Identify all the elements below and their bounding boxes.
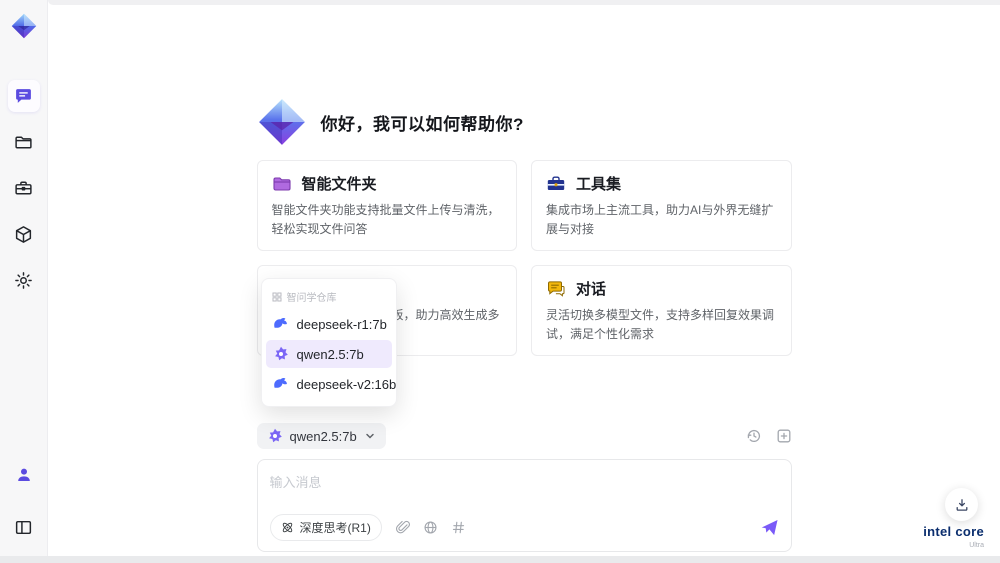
greeting-row: 你好，我可以如何帮助你? bbox=[257, 97, 792, 147]
model-option-qwen[interactable]: qwen2.5:7b bbox=[265, 340, 392, 368]
model-dropdown-header: 智问学仓库 bbox=[262, 283, 396, 308]
model-option-label: deepseek-v2:16b bbox=[296, 376, 397, 392]
repository-icon bbox=[272, 292, 282, 302]
model-selector[interactable]: qwen2.5:7b bbox=[256, 423, 386, 450]
paperclip-icon[interactable] bbox=[395, 520, 410, 535]
card-title: 工具集 bbox=[576, 176, 622, 193]
card-desc: 灵活切换多模型文件，支持多样回复效果调试，满足个性化需求 bbox=[546, 308, 775, 341]
sidebar-item-toolbox[interactable] bbox=[8, 172, 40, 204]
model-dropdown-header-label: 智问学仓库 bbox=[286, 293, 337, 304]
model-option-deepseek-v2[interactable]: deepseek-v2:16b bbox=[266, 370, 396, 398]
sidebar-item-folders[interactable] bbox=[8, 126, 40, 158]
hash-icon[interactable] bbox=[451, 520, 466, 535]
gear-icon bbox=[14, 271, 33, 290]
card-title: 对话 bbox=[576, 281, 607, 299]
deepseek-whale-icon bbox=[273, 316, 289, 332]
model-option-label: deepseek-r1:7b bbox=[296, 316, 387, 332]
chat-composer: 深度思考(R1) bbox=[256, 459, 792, 553]
card-title: 智能文件夹 bbox=[301, 176, 377, 193]
briefcase-icon bbox=[14, 179, 33, 198]
sidebar-item-account[interactable] bbox=[8, 459, 40, 491]
model-dropdown: 智问学仓库 deepseek-r1:7b qwen2.5:7b deepseek… bbox=[260, 278, 397, 407]
model-option-deepseek-r1[interactable]: deepseek-r1:7b bbox=[266, 310, 392, 338]
sidebar-item-settings[interactable] bbox=[8, 264, 40, 296]
download-icon bbox=[954, 497, 970, 513]
composer-actions: 深度思考(R1) bbox=[269, 514, 779, 542]
card-desc: 集成市场上主流工具，助力AI与外界无缝扩展与对接 bbox=[546, 203, 774, 236]
card-smart-folder[interactable]: 智能文件夹 智能文件夹功能支持批量文件上传与清洗，轻松实现文件问答 bbox=[256, 160, 517, 252]
new-chat-icon[interactable] bbox=[776, 428, 792, 444]
sidebar bbox=[0, 0, 48, 563]
message-input[interactable] bbox=[269, 472, 779, 511]
bottom-bar bbox=[0, 556, 1000, 563]
briefcase-navy-icon bbox=[546, 174, 566, 194]
history-icon[interactable] bbox=[746, 428, 762, 444]
intel-core-label: intel core bbox=[923, 524, 984, 539]
card-desc: 智能文件夹功能支持批量文件上传与清洗，轻松实现文件问答 bbox=[271, 203, 500, 236]
chevron-down-icon bbox=[364, 430, 376, 442]
download-button[interactable] bbox=[945, 488, 978, 521]
selected-model-label: qwen2.5:7b bbox=[289, 428, 357, 444]
sidebar-item-collapse[interactable] bbox=[8, 511, 40, 543]
atom-icon bbox=[281, 521, 294, 534]
intel-core-badge: intel core Ultra bbox=[923, 524, 984, 549]
deep-think-label: 深度思考(R1) bbox=[299, 521, 371, 536]
main-panel: 你好，我可以如何帮助你? 智能文件夹 智能文件夹功能支持批量文件上传与清洗，轻松… bbox=[48, 0, 1000, 563]
chat-icon bbox=[14, 87, 33, 106]
send-icon[interactable] bbox=[760, 518, 779, 537]
deepseek-whale-icon bbox=[273, 376, 289, 392]
model-option-label: qwen2.5:7b bbox=[296, 346, 364, 362]
chat-yellow-icon bbox=[546, 279, 566, 299]
assistant-logo-icon bbox=[257, 97, 307, 147]
intel-ultra-label: Ultra bbox=[969, 542, 984, 549]
qwen-icon bbox=[273, 346, 289, 362]
cube-icon bbox=[14, 225, 33, 244]
panel-icon bbox=[14, 518, 33, 537]
card-toolset[interactable]: 工具集 集成市场上主流工具，助力AI与外界无缝扩展与对接 bbox=[531, 160, 792, 252]
card-dialogue[interactable]: 对话 灵活切换多模型文件，支持多样回复效果调试，满足个性化需求 bbox=[531, 265, 792, 357]
folder-icon bbox=[14, 133, 33, 152]
web-search-icon[interactable] bbox=[423, 520, 438, 535]
qwen-icon bbox=[267, 428, 283, 444]
user-icon bbox=[15, 466, 33, 484]
model-selector-row: qwen2.5:7b bbox=[256, 422, 792, 450]
sidebar-item-chat[interactable] bbox=[7, 80, 40, 112]
page-title: 你好，我可以如何帮助你? bbox=[320, 114, 524, 134]
deep-think-toggle[interactable]: 深度思考(R1) bbox=[269, 514, 382, 542]
folder-purple-icon bbox=[272, 174, 292, 194]
sidebar-item-apps[interactable] bbox=[8, 218, 40, 250]
app-logo-icon bbox=[10, 12, 38, 40]
